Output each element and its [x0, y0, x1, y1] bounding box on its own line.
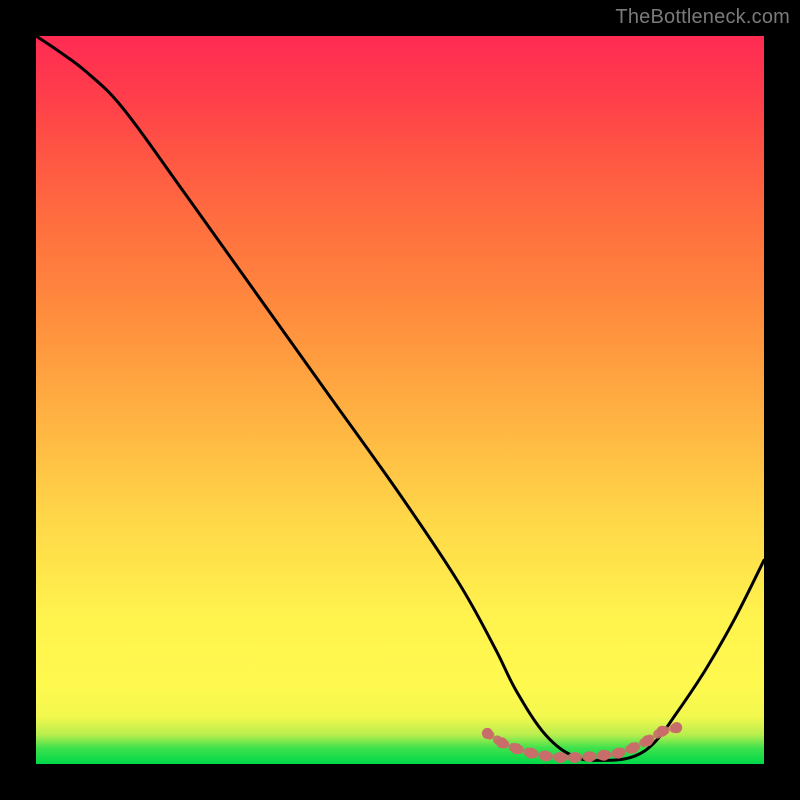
- dotted-band-point: [496, 737, 507, 748]
- dotted-band-point: [642, 735, 653, 746]
- dotted-band-point: [657, 726, 668, 737]
- plot-area: [36, 36, 764, 764]
- dotted-band-point: [555, 752, 566, 763]
- bottleneck-curve: [36, 36, 764, 760]
- dotted-band-point: [569, 752, 580, 763]
- curve-layer: [36, 36, 764, 764]
- dotted-band-point: [627, 742, 638, 753]
- dotted-band-point: [526, 748, 537, 759]
- dotted-band-point: [482, 728, 493, 739]
- dotted-band-point: [598, 750, 609, 761]
- watermark-text: TheBottleneck.com: [615, 6, 790, 29]
- dotted-band-point: [511, 743, 522, 754]
- dotted-band-outlier: [671, 722, 682, 733]
- dotted-band-point: [613, 748, 624, 759]
- dotted-band: [482, 722, 682, 763]
- dotted-band-point: [584, 751, 595, 762]
- dotted-band-point: [540, 750, 551, 761]
- chart-frame: TheBottleneck.com: [0, 0, 800, 800]
